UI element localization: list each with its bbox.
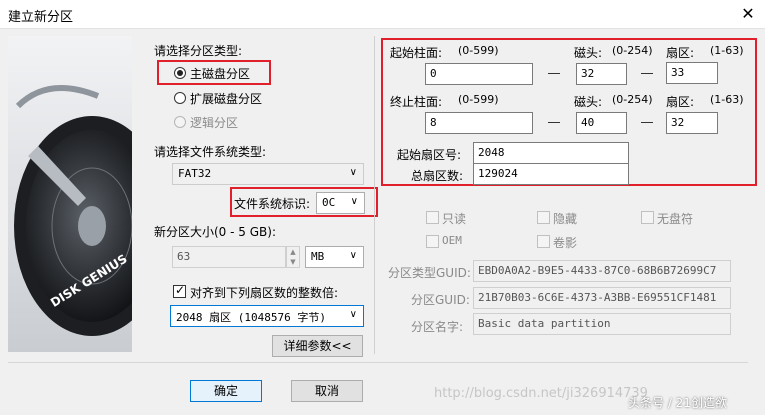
start-sector-label: 扇区: <box>666 46 695 60</box>
no-drive-letter-label: 无盘符 <box>657 212 694 226</box>
start-head-range: (0-254) <box>612 44 653 57</box>
disk-genius-banner: DISK GENIUS <box>8 36 132 352</box>
total-sectors-input[interactable]: 129024 <box>473 163 629 185</box>
oem-label: OEM <box>442 234 462 247</box>
advanced-params-button[interactable]: 详细参数<< <box>272 335 363 357</box>
logical-partition-label: 逻辑分区 <box>190 116 239 130</box>
partition-name-label: 分区名字: <box>411 320 464 334</box>
total-sectors-label: 总扇区数: <box>411 169 464 183</box>
end-cylinder-input[interactable]: 8 <box>425 112 533 134</box>
readonly-label: 只读 <box>442 212 467 226</box>
partition-guid-field[interactable]: 21B70B03-6C6E-4373-A3BB-E69551CF1481 <box>473 287 731 309</box>
size-spinner[interactable]: ▲ ▼ <box>286 246 300 268</box>
filesystem-id-select[interactable]: 0C ∨ <box>316 192 365 214</box>
end-head-range: (0-254) <box>612 93 653 106</box>
type-guid-field[interactable]: EBD0A0A2-B9E5-4433-87C0-68B6B72699C7 <box>473 260 731 282</box>
align-sectors-select[interactable]: 2048 扇区 (1048576 字节) ∨ <box>170 305 364 327</box>
start-sector-range: (1-63) <box>710 44 744 57</box>
start-head-label: 磁头: <box>574 46 603 60</box>
window-title: 建立新分区 <box>8 10 74 25</box>
primary-partition-radio[interactable] <box>174 67 186 79</box>
oem-checkbox[interactable] <box>426 235 439 248</box>
start-cylinder-label: 起始柱面: <box>390 46 443 60</box>
filesystem-type-label: 请选择文件系统类型: <box>154 145 267 159</box>
primary-partition-label: 主磁盘分区 <box>190 67 251 81</box>
shadow-label: 卷影 <box>553 236 578 250</box>
start-cylinder-range: (0-599) <box>458 44 499 57</box>
start-head-input[interactable]: 32 <box>576 63 627 85</box>
size-unit-value: MB <box>311 250 325 263</box>
shadow-checkbox[interactable] <box>537 235 550 248</box>
filesystem-type-value: FAT32 <box>178 167 212 180</box>
partition-guid-label: 分区GUID: <box>411 293 470 307</box>
hidden-checkbox[interactable] <box>537 211 550 224</box>
filesystem-type-select[interactable]: FAT32 ∨ <box>172 163 364 185</box>
end-head-label: 磁头: <box>574 95 603 109</box>
horizontal-divider <box>8 362 748 363</box>
partition-size-label: 新分区大小(0 - 5 GB): <box>154 225 276 239</box>
chevron-down-icon: ∨ <box>349 250 357 261</box>
no-drive-letter-checkbox[interactable] <box>641 211 654 224</box>
chevron-down-icon: ∨ <box>350 196 358 207</box>
blog-watermark: http://blog.csdn.net/ji326914739 <box>434 386 648 401</box>
separator-dash <box>548 73 560 74</box>
start-lba-input[interactable]: 2048 <box>473 142 629 164</box>
chevron-down-icon: ▼ <box>290 258 296 266</box>
align-label: 对齐到下列扇区数的整数倍: <box>190 286 339 300</box>
ok-button[interactable]: 确定 <box>190 380 262 402</box>
extended-partition-radio[interactable] <box>174 92 186 104</box>
start-sector-input[interactable]: 33 <box>666 62 718 84</box>
align-sectors-value: 2048 扇区 (1048576 字节) <box>176 311 326 324</box>
logical-partition-radio[interactable] <box>174 116 186 128</box>
separator-dash <box>641 73 653 74</box>
hard-disk-icon <box>8 36 132 352</box>
partition-size-input[interactable]: 63 <box>172 246 286 268</box>
close-button[interactable]: ✕ <box>731 0 765 28</box>
readonly-checkbox[interactable] <box>426 211 439 224</box>
title-bar: 建立新分区 ✕ <box>0 0 765 29</box>
end-sector-range: (1-63) <box>710 93 744 106</box>
end-cylinder-label: 终止柱面: <box>390 95 443 109</box>
separator-dash <box>548 122 560 123</box>
chevron-up-icon: ▲ <box>290 248 296 256</box>
credit-watermark: 头条号 / 21创造欲 <box>628 396 727 410</box>
filesystem-id-value: 0C <box>322 196 336 209</box>
end-cylinder-range: (0-599) <box>458 93 499 106</box>
size-unit-select[interactable]: MB ∨ <box>305 246 364 268</box>
end-sector-label: 扇区: <box>666 95 695 109</box>
partition-name-field[interactable]: Basic data partition <box>473 313 731 335</box>
start-cylinder-input[interactable]: 0 <box>425 63 533 85</box>
cancel-button[interactable]: 取消 <box>291 380 363 402</box>
filesystem-id-label: 文件系统标识: <box>234 197 311 211</box>
type-guid-label: 分区类型GUID: <box>388 266 471 280</box>
separator-dash <box>641 122 653 123</box>
extended-partition-label: 扩展磁盘分区 <box>190 92 263 106</box>
hidden-label: 隐藏 <box>553 212 578 226</box>
vertical-divider <box>374 36 375 354</box>
chevron-down-icon: ∨ <box>349 309 357 320</box>
close-icon: ✕ <box>741 4 755 23</box>
align-checkbox[interactable] <box>173 283 186 298</box>
start-lba-label: 起始扇区号: <box>397 148 462 162</box>
end-head-input[interactable]: 40 <box>576 112 627 134</box>
end-sector-input[interactable]: 32 <box>666 112 718 134</box>
chevron-down-icon: ∨ <box>349 167 357 178</box>
partition-type-label: 请选择分区类型: <box>154 44 243 58</box>
